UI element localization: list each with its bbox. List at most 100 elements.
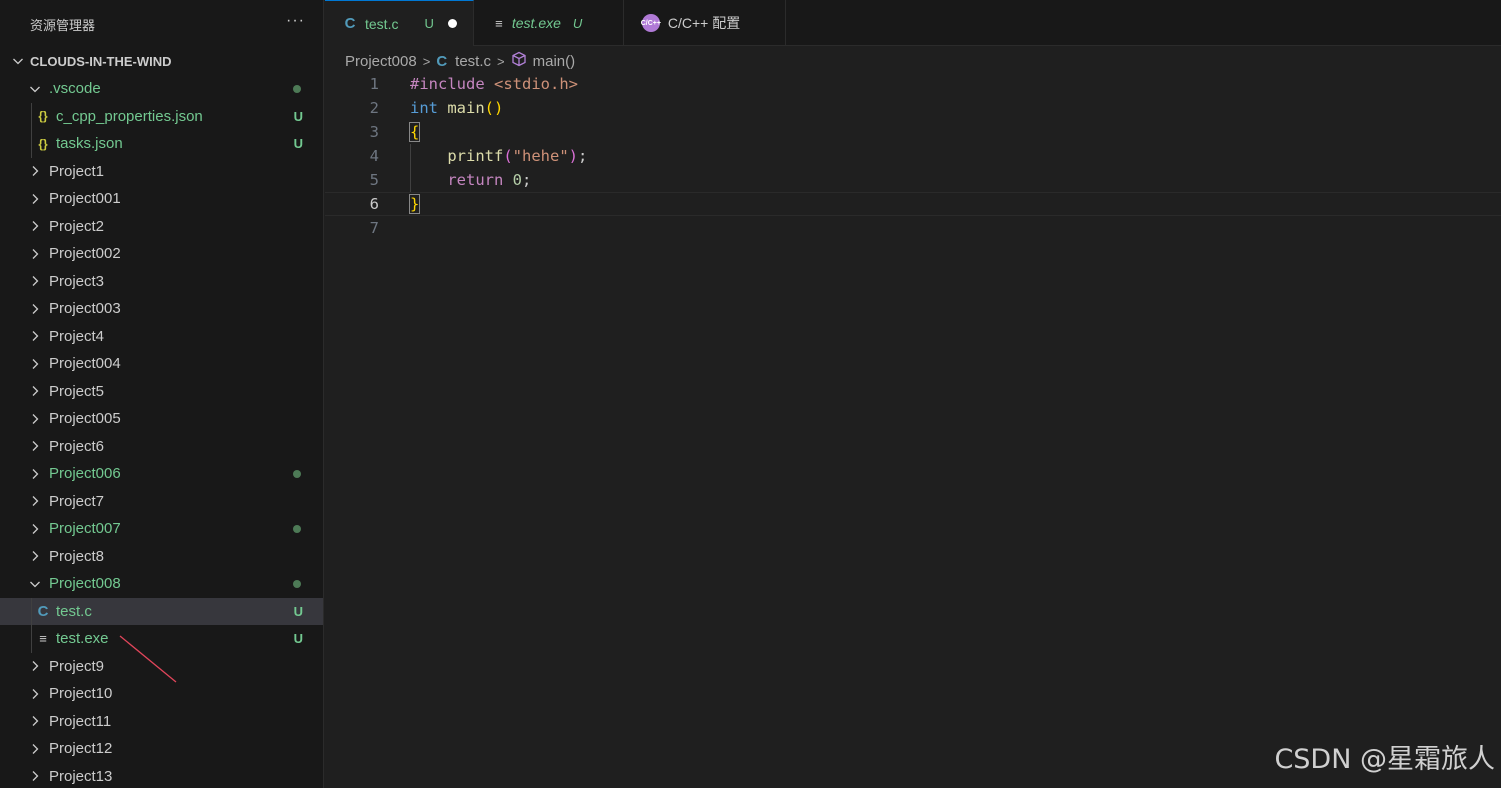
breadcrumb: Project008 > C test.c > main() <box>345 50 575 72</box>
chevron-right-icon <box>27 273 43 289</box>
code-line-current: 6 } <box>325 192 1501 216</box>
code-text: int main() <box>410 99 504 117</box>
tab-label: C/C++ 配置 <box>667 15 741 31</box>
folder-item[interactable]: Project2 <box>0 213 323 241</box>
line-number: 4 <box>369 147 379 165</box>
tree-item-label: Project13 <box>49 767 113 785</box>
file-lines-icon: ≡ <box>495 15 503 31</box>
folder-item[interactable]: Project8 <box>0 543 323 571</box>
code-line: 7 <box>325 216 1501 240</box>
tree-item-label: Project005 <box>49 410 121 428</box>
tree-item-label: .vscode <box>49 80 101 98</box>
git-status-badge: U <box>293 603 303 619</box>
editor-tab-bar: C test.c U ≡ test.exe U C/C++ C/C++ 配置 <box>325 0 1501 46</box>
folder-item[interactable]: Project10 <box>0 680 323 708</box>
git-modified-dot <box>293 580 301 588</box>
chevron-right-icon <box>27 163 43 179</box>
folder-item[interactable]: Project11 <box>0 708 323 736</box>
folder-item[interactable]: Project3 <box>0 268 323 296</box>
chevron-right-icon: > <box>497 53 505 69</box>
tree-item-label: Project4 <box>49 327 105 345</box>
breadcrumb-folder[interactable]: Project008 <box>345 53 417 70</box>
tab-label: test.c <box>365 15 399 32</box>
git-modified-dot <box>293 525 301 533</box>
folder-item[interactable]: Project007 <box>0 515 323 543</box>
folder-item[interactable]: Project006 <box>0 460 323 488</box>
folder-item[interactable]: Project12 <box>0 735 323 763</box>
tree-item-label: Project6 <box>49 437 105 455</box>
chevron-right-icon <box>27 438 43 454</box>
code-editor[interactable]: 1 #include <stdio.h> 2 int main() 3 { 4 … <box>325 72 1501 788</box>
code-text: return 0; <box>447 171 532 189</box>
workspace-root[interactable]: CLOUDS-IN-THE-WIND <box>0 48 323 74</box>
folder-item[interactable]: Project005 <box>0 405 323 433</box>
breadcrumb-symbol[interactable]: main() <box>533 53 576 70</box>
code-text: } <box>408 194 421 214</box>
line-number: 6 <box>369 195 379 213</box>
code-line: 2 int main() <box>325 96 1501 120</box>
tab-test-c[interactable]: C test.c U <box>325 0 474 46</box>
file-item[interactable]: ≡ test.exe U <box>0 625 323 653</box>
folder-item[interactable]: Project4 <box>0 323 323 351</box>
git-modified-dot <box>293 85 301 93</box>
tree-item-label: Project001 <box>49 190 121 208</box>
tab-test-exe[interactable]: ≡ test.exe U <box>474 0 624 46</box>
git-status-badge: U <box>293 108 303 124</box>
chevron-right-icon <box>27 328 43 344</box>
code-line: 4 printf("hehe"); <box>325 144 1501 168</box>
tree-item-label: Project5 <box>49 382 105 400</box>
chevron-right-icon <box>27 658 43 674</box>
breadcrumb-file[interactable]: test.c <box>455 53 491 70</box>
json-file-icon: {} <box>38 109 48 124</box>
git-status-badge: U <box>293 631 303 647</box>
chevron-right-icon <box>27 493 43 509</box>
cpp-extension-icon: C/C++ <box>641 14 661 32</box>
chevron-right-icon <box>27 768 43 784</box>
chevron-right-icon: > <box>422 53 431 69</box>
chevron-right-icon <box>27 741 43 757</box>
code-text: { <box>408 122 421 142</box>
tab-cpp-config[interactable]: C/C++ C/C++ 配置 <box>624 0 786 46</box>
chevron-right-icon <box>27 411 43 427</box>
folder-item[interactable]: Project7 <box>0 488 323 516</box>
tree-item-label: Project2 <box>49 217 105 235</box>
watermark: CSDN @星霜旅人 <box>1274 744 1495 775</box>
file-lines-icon: ≡ <box>39 631 47 647</box>
folder-item[interactable]: Project1 <box>0 158 323 186</box>
folder-item[interactable]: Project008 <box>0 570 323 598</box>
folder-item[interactable]: Project003 <box>0 295 323 323</box>
json-file-icon: {} <box>38 136 48 151</box>
code-text: printf("hehe"); <box>447 147 588 165</box>
folder-item[interactable]: Project004 <box>0 350 323 378</box>
tree-item-label: Project7 <box>49 492 105 510</box>
git-status-badge: U <box>424 16 434 31</box>
folder-item[interactable]: Project002 <box>0 240 323 268</box>
tree-item-label: Project9 <box>49 657 105 675</box>
folder-item[interactable]: .vscode <box>0 75 323 103</box>
symbol-method-icon <box>511 51 527 71</box>
folder-item[interactable]: Project9 <box>0 653 323 681</box>
tree-item-label: Project3 <box>49 272 105 290</box>
folder-item[interactable]: Project6 <box>0 433 323 461</box>
chevron-right-icon <box>27 356 43 372</box>
c-file-icon: C <box>37 602 49 620</box>
chevron-right-icon <box>27 246 43 262</box>
tree-item-label: Project12 <box>49 740 113 758</box>
chevron-right-icon <box>27 301 43 317</box>
tree-item-label: c_cpp_properties.json <box>56 107 203 125</box>
chevron-down-icon <box>27 576 43 592</box>
file-item[interactable]: {} c_cpp_properties.json U <box>0 102 323 131</box>
folder-item[interactable]: Project13 <box>0 763 323 788</box>
file-item[interactable]: Ctest.c U <box>0 597 323 625</box>
chevron-right-icon <box>27 521 43 537</box>
tree-item-label: Project006 <box>49 465 121 483</box>
chevron-right-icon <box>27 191 43 207</box>
folder-item[interactable]: Project001 <box>0 185 323 213</box>
more-actions-icon[interactable]: ··· <box>286 12 305 30</box>
code-line: 1 #include <stdio.h> <box>325 72 1501 96</box>
folder-item[interactable]: Project5 <box>0 378 323 406</box>
c-file-icon: C <box>436 52 448 70</box>
unsaved-dot-icon[interactable] <box>447 19 457 28</box>
line-number: 5 <box>369 171 379 189</box>
file-item[interactable]: {} tasks.json U <box>0 130 323 158</box>
